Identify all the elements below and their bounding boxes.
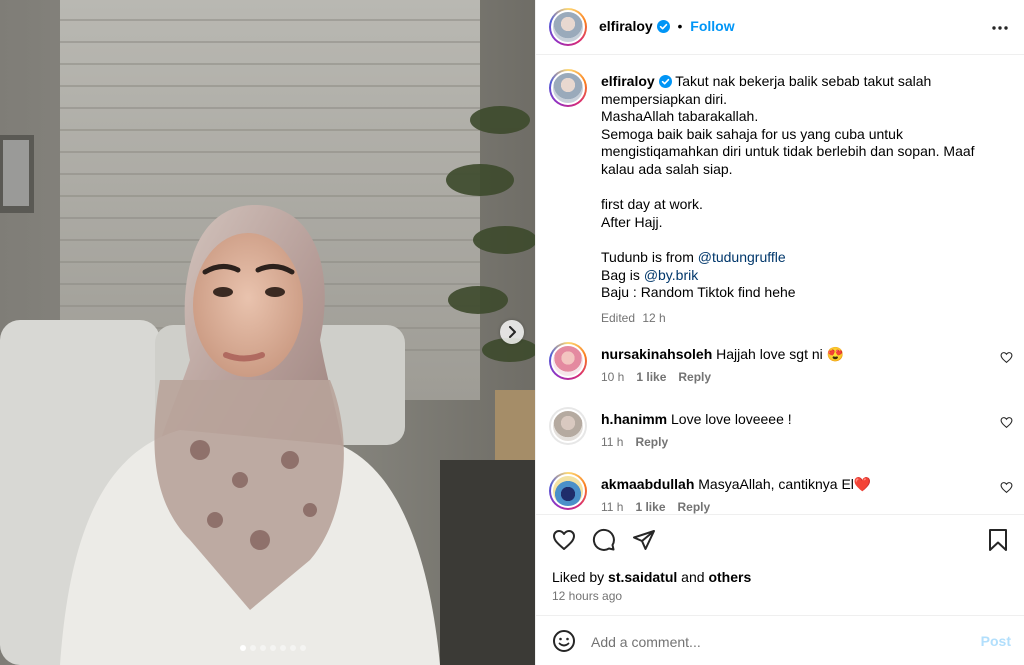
carousel-dot <box>300 645 306 651</box>
verified-badge-icon <box>658 75 672 88</box>
comment-time: 11 h <box>601 500 624 514</box>
comment-likes[interactable]: 1 like <box>635 500 665 514</box>
comment-item: h.hanimm Love love loveeee ! 11 h Reply <box>536 407 1024 467</box>
liked-by-prefix: Liked by <box>552 569 609 585</box>
caption-text: Takut nak bekerja balik sebab takut sala… <box>601 73 975 265</box>
carousel-next-button[interactable] <box>500 320 524 344</box>
follow-button[interactable]: Follow <box>690 18 734 34</box>
reply-button[interactable]: Reply <box>678 500 711 514</box>
carousel-dot <box>240 645 246 651</box>
instagram-post-modal: elfiraloy • Follow elfiraloy Takut nak b… <box>0 0 1024 665</box>
mention-bybrik[interactable]: @by.brik <box>644 267 698 283</box>
liked-by-and: and <box>677 569 709 585</box>
post-time-ago[interactable]: 12 hours ago <box>552 589 622 603</box>
carousel-dot <box>260 645 266 651</box>
emoji-icon[interactable] <box>552 629 576 653</box>
caption-username[interactable]: elfiraloy <box>601 73 655 89</box>
comment-meta: 11 h 1 like Reply <box>601 500 710 514</box>
verified-badge-icon <box>656 20 670 33</box>
post-header: elfiraloy • Follow <box>536 0 1024 55</box>
edited-label: Edited <box>601 310 636 325</box>
save-bookmark-icon[interactable] <box>987 528 1009 552</box>
comment-item: nursakinahsoleh Hajjah love sgt ni 😍 10 … <box>536 342 1024 402</box>
chevron-right-icon <box>509 326 516 338</box>
comment-text: MasyaAllah, cantiknya El❤️ <box>698 476 872 492</box>
comment-like-heart-icon[interactable] <box>1000 481 1013 494</box>
caption-bag-prefix: Bag is <box>601 266 644 283</box>
caption-author-avatar[interactable] <box>549 69 587 107</box>
author-avatar[interactable] <box>549 8 587 46</box>
more-options-icon[interactable] <box>991 19 1009 37</box>
comment-text-line: akmaabdullah MasyaAllah, cantiknya El❤️ <box>601 475 871 493</box>
like-heart-icon[interactable] <box>552 528 576 552</box>
post-photo <box>0 0 535 665</box>
comment-likes[interactable]: 1 like <box>636 370 666 384</box>
commenter-username[interactable]: h.hanimm <box>601 411 667 427</box>
post-media[interactable] <box>0 0 535 665</box>
liked-by-user[interactable]: st.saidatul <box>608 569 677 585</box>
comment-like-heart-icon[interactable] <box>1000 351 1013 364</box>
commenter-username[interactable]: nursakinahsoleh <box>601 346 712 362</box>
comment-item: akmaabdullah MasyaAllah, cantiknya El❤️ … <box>536 472 1024 514</box>
comment-time: 11 h <box>601 435 624 449</box>
comment-text-line: nursakinahsoleh Hajjah love sgt ni 😍 <box>601 345 844 363</box>
add-comment-bar: Post <box>536 615 1024 665</box>
comment-like-heart-icon[interactable] <box>1000 416 1013 429</box>
post-actions: Liked by st.saidatul and others 12 hours… <box>536 514 1024 614</box>
comment-time: 10 h <box>601 370 625 384</box>
comment-meta: 10 h 1 like Reply <box>601 370 711 384</box>
commenter-username[interactable]: akmaabdullah <box>601 476 694 492</box>
author-username[interactable]: elfiraloy <box>599 18 653 34</box>
caption-time: 12 h <box>642 310 666 325</box>
header-separator: • <box>677 18 683 34</box>
comment-text: Hajjah love sgt ni 😍 <box>716 346 845 362</box>
comment-icon[interactable] <box>592 528 616 552</box>
carousel-indicators <box>240 645 306 651</box>
share-send-icon[interactable] <box>632 528 656 552</box>
post-details-panel: elfiraloy • Follow elfiraloy Takut nak b… <box>535 0 1024 665</box>
reply-button[interactable]: Reply <box>635 435 668 449</box>
add-comment-input[interactable] <box>591 630 951 654</box>
comment-meta: 11 h Reply <box>601 435 668 449</box>
carousel-dot <box>290 645 296 651</box>
mention-tudungruffle[interactable]: @tudungruffle <box>698 249 786 265</box>
commenter-avatar[interactable] <box>549 407 587 445</box>
carousel-dot <box>280 645 286 651</box>
reply-button[interactable]: Reply <box>678 370 711 384</box>
carousel-dot <box>250 645 256 651</box>
post-caption: elfiraloy Takut nak bekerja balik sebab … <box>601 73 1001 327</box>
commenter-avatar[interactable] <box>549 472 587 510</box>
caption-meta: Edited 12 h <box>601 310 1001 328</box>
comments-scroll-area[interactable]: elfiraloy Takut nak bekerja balik sebab … <box>536 56 1024 514</box>
commenter-avatar[interactable] <box>549 342 587 380</box>
liked-by-others[interactable]: others <box>708 569 751 585</box>
carousel-dot <box>270 645 276 651</box>
comment-text-line: h.hanimm Love love loveeee ! <box>601 410 792 428</box>
liked-by-line: Liked by st.saidatul and others <box>552 569 751 585</box>
post-comment-button[interactable]: Post <box>981 633 1011 649</box>
caption-baju-line: Baju : Random Tiktok find hehe <box>601 284 796 301</box>
comment-text: Love love loveeee ! <box>671 411 792 427</box>
header-user-line: elfiraloy • Follow <box>599 18 735 34</box>
